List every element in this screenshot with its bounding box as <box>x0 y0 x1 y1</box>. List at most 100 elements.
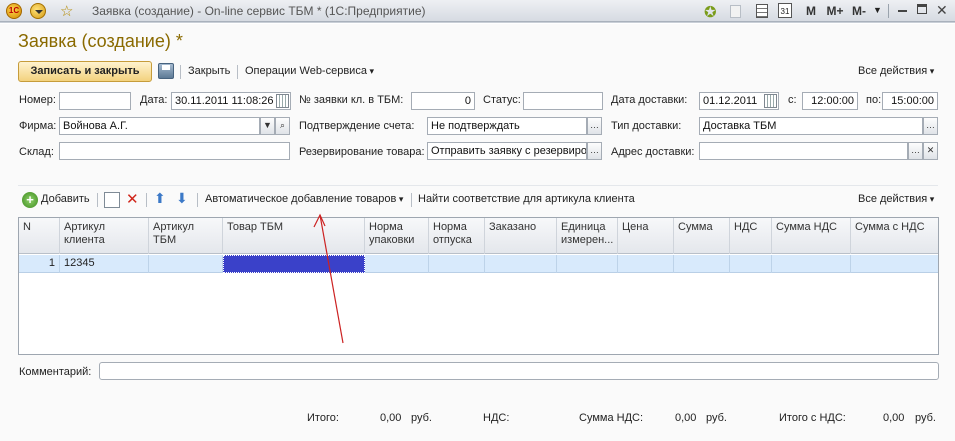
date-field[interactable]: 30.11.2011 11:08:26 <box>171 92 291 110</box>
status-label: Статус: <box>483 94 521 106</box>
annotation-arrow <box>313 213 344 344</box>
all-actions-menu[interactable]: Все действия <box>858 65 934 77</box>
column-header-vat-sum[interactable]: Сумма НДС <box>772 218 851 254</box>
move-up-icon[interactable]: ⬆ <box>154 190 166 207</box>
status-field[interactable] <box>523 92 603 110</box>
delivery-date-label: Дата доставки: <box>611 94 688 106</box>
minimize-icon[interactable] <box>898 10 907 12</box>
firm-field[interactable]: Войнова А.Г. <box>59 117 260 135</box>
reservation-select-button[interactable]: … <box>587 142 602 160</box>
column-header-sum-with-vat[interactable]: Сумма с НДС <box>851 218 938 254</box>
invoice-confirmation-field[interactable]: Не подтверждать <box>427 117 587 135</box>
copy-icon[interactable] <box>730 5 741 18</box>
column-header-price[interactable]: Цена <box>618 218 674 254</box>
delivery-type-field[interactable]: Доставка ТБМ <box>699 117 923 135</box>
cell-ordered[interactable] <box>485 255 557 273</box>
column-header-ordered[interactable]: Заказано <box>485 218 557 254</box>
delivery-address-label: Адрес доставки: <box>611 146 695 158</box>
firm-search-icon[interactable]: ⌕ <box>275 117 290 135</box>
column-header-tbm-article[interactable]: Артикул ТБМ <box>149 218 223 254</box>
delivery-address-clear-icon[interactable]: ✕ <box>923 142 938 160</box>
maximize-icon[interactable] <box>917 4 927 14</box>
memory-button[interactable]: M <box>804 3 818 19</box>
calendar-icon[interactable]: 31 <box>778 3 792 18</box>
cell-vat[interactable] <box>730 255 772 273</box>
chevron-down-icon[interactable]: ▼ <box>873 5 882 15</box>
add-row-button[interactable]: Добавить <box>41 193 90 205</box>
reservation-field[interactable]: Отправить заявку с резервиро <box>427 142 587 160</box>
calculator-icon[interactable] <box>756 4 768 18</box>
delete-row-icon[interactable]: ✕ <box>126 190 139 208</box>
calendar-icon[interactable] <box>276 94 289 108</box>
warehouse-label: Склад: <box>19 146 54 158</box>
favorite-star-icon[interactable]: ☆ <box>60 2 73 20</box>
delivery-address-select-button[interactable]: … <box>908 142 923 160</box>
total-unit: руб. <box>411 412 432 424</box>
time-to-field[interactable]: 15:00:00 <box>882 92 938 110</box>
star-icon[interactable]: ✪ <box>704 3 717 21</box>
number-field[interactable] <box>59 92 131 110</box>
column-header-n[interactable]: N <box>19 218 60 254</box>
comment-field[interactable] <box>99 362 939 380</box>
vat-label: НДС: <box>483 412 510 424</box>
column-header-unit[interactable]: Единица измерен... <box>557 218 618 254</box>
number-label: Номер: <box>19 94 56 106</box>
column-header-release-norm[interactable]: Норма отпуска <box>429 218 485 254</box>
time-from-label: с: <box>788 94 797 106</box>
save-and-close-button[interactable]: Записать и закрыть <box>18 61 152 82</box>
products-table[interactable]: N Артикул клиента Артикул ТБМ Товар ТБМ … <box>18 217 939 355</box>
cell-unit[interactable] <box>557 255 618 273</box>
cell-sum[interactable] <box>674 255 730 273</box>
vat-sum-label: Сумма НДС: <box>579 412 644 424</box>
column-header-vat[interactable]: НДС <box>730 218 772 254</box>
cell-tbm-article[interactable] <box>149 255 223 273</box>
memory-minus-button[interactable]: M- <box>850 3 868 19</box>
column-header-client-article[interactable]: Артикул клиента <box>60 218 149 254</box>
firm-dropdown-button[interactable]: ▼ <box>260 117 275 135</box>
client-order-number-field[interactable]: 0 <box>411 92 475 110</box>
save-icon[interactable] <box>158 63 174 79</box>
time-from-field[interactable]: 12:00:00 <box>802 92 858 110</box>
delivery-address-field[interactable] <box>699 142 908 160</box>
cell-price[interactable] <box>618 255 674 273</box>
move-down-icon[interactable]: ⬇ <box>176 190 188 207</box>
page-title: Заявка (создание) * <box>18 31 183 51</box>
total-with-vat-label: Итого с НДС: <box>779 412 846 424</box>
cell-pack-norm[interactable] <box>365 255 429 273</box>
invoice-confirmation-select-button[interactable]: … <box>587 117 602 135</box>
cell-vat-sum[interactable] <box>772 255 851 273</box>
toolbar-divider <box>197 193 198 207</box>
cell-sum-with-vat[interactable] <box>851 255 938 273</box>
app-logo-icon[interactable]: 1С <box>6 3 22 19</box>
table-row[interactable]: 1 12345 <box>19 255 938 273</box>
close-icon[interactable]: ✕ <box>936 2 948 19</box>
close-button[interactable]: Закрыть <box>188 65 230 77</box>
invoice-confirmation-label: Подтверждение счета: <box>299 120 415 132</box>
auto-add-products-menu[interactable]: Автоматическое добавление товаров <box>205 193 403 205</box>
total-with-vat-value: 0,00 <box>883 412 905 424</box>
reservation-label: Резервирование товара: <box>299 146 425 158</box>
warehouse-field[interactable] <box>59 142 290 160</box>
total-value: 0,00 <box>380 412 402 424</box>
cell-release-norm[interactable] <box>429 255 485 273</box>
titlebar-divider <box>888 4 889 18</box>
cell-client-article[interactable]: 12345 <box>60 255 149 273</box>
main-menu-icon[interactable] <box>30 3 46 19</box>
column-header-pack-norm[interactable]: Норма упаковки <box>365 218 429 254</box>
web-operations-menu[interactable]: Операции Web-сервиса <box>245 65 374 77</box>
delivery-type-select-button[interactable]: … <box>923 117 938 135</box>
toolbar-divider <box>411 193 412 207</box>
toolbar-divider <box>180 65 181 79</box>
window-titlebar: 1С ☆ Заявка (создание) - On-line сервис … <box>0 0 955 22</box>
memory-plus-button[interactable]: M+ <box>826 3 844 19</box>
find-client-article-match-button[interactable]: Найти соответствие для артикула клиента <box>418 193 635 205</box>
vat-sum-value: 0,00 <box>675 412 697 424</box>
add-icon[interactable]: + <box>22 192 38 208</box>
copy-row-icon[interactable] <box>104 192 120 208</box>
toolbar-divider <box>97 193 98 207</box>
calendar-icon[interactable] <box>764 94 777 108</box>
table-header: N Артикул клиента Артикул ТБМ Товар ТБМ … <box>19 218 938 254</box>
table-all-actions-menu[interactable]: Все действия <box>858 193 934 205</box>
cell-n[interactable]: 1 <box>19 255 60 273</box>
column-header-sum[interactable]: Сумма <box>674 218 730 254</box>
